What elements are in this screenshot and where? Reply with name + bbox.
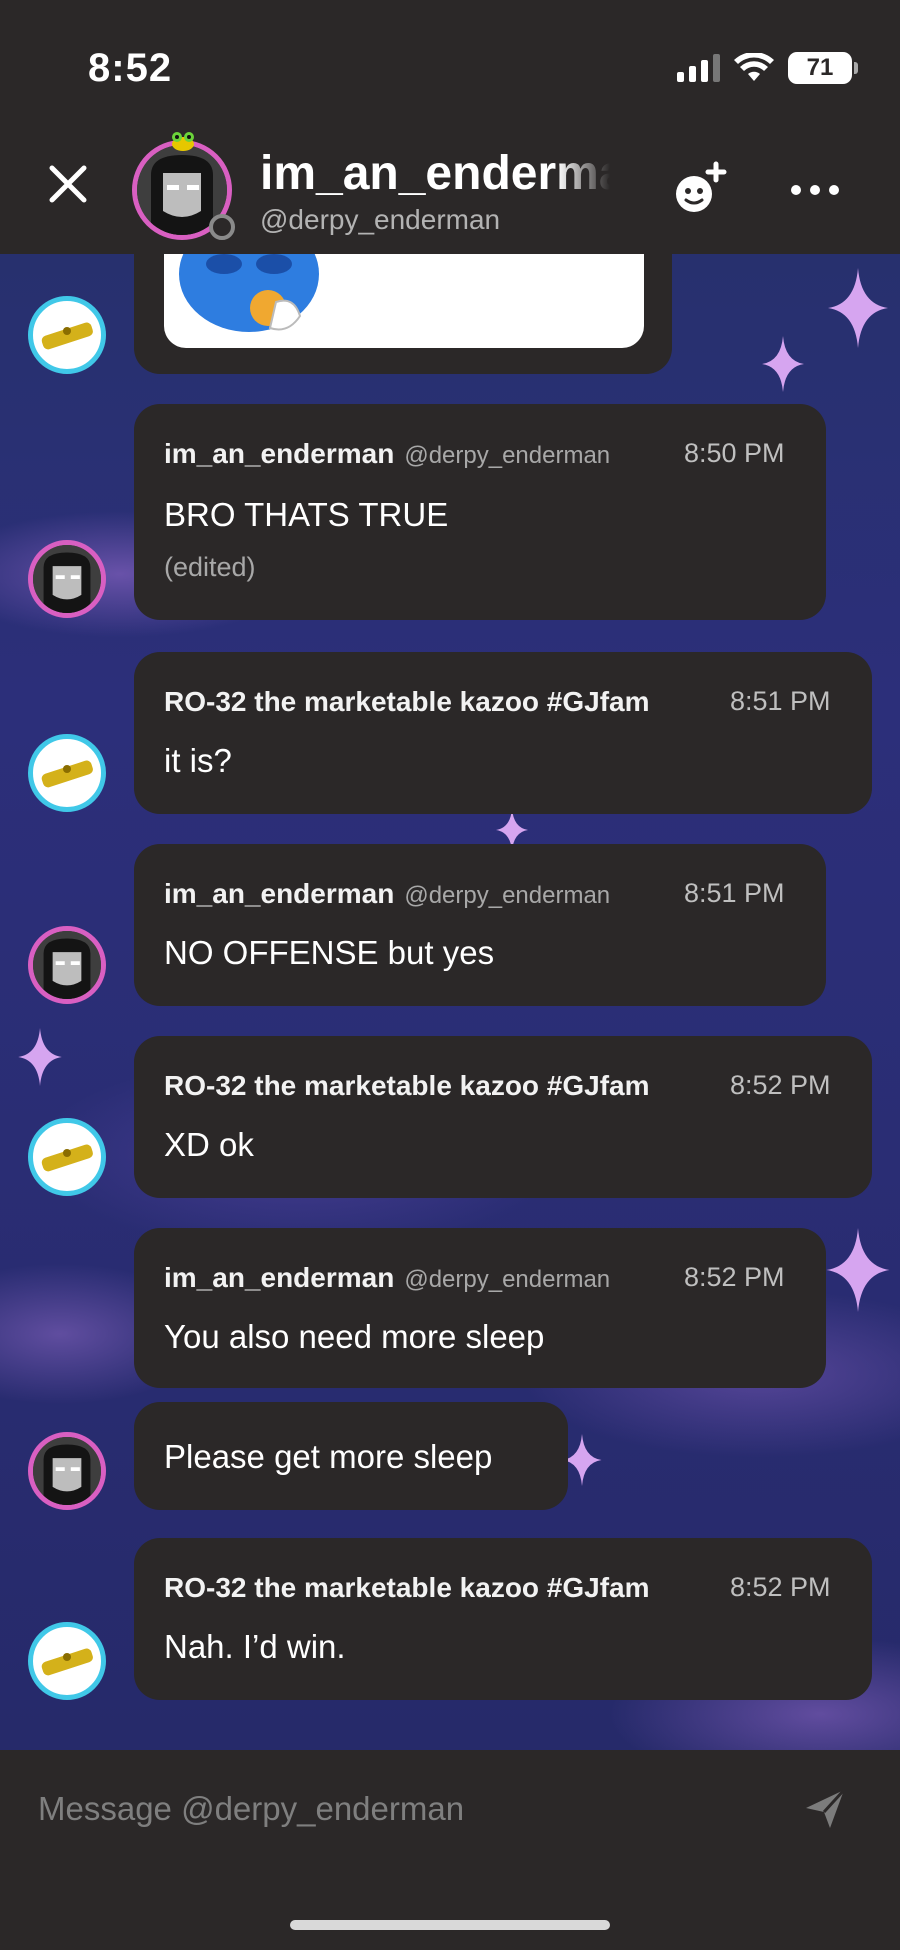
- sparkle-icon: [828, 268, 888, 348]
- wifi-icon: [734, 53, 774, 81]
- message-bubble[interactable]: RO-32 the marketable kazoo #GJfam 8:52 P…: [134, 1036, 872, 1198]
- presence-offline-icon: [209, 214, 235, 240]
- message-header: im_an_enderman @derpy_enderman: [164, 1262, 610, 1294]
- header-handle: @derpy_enderman: [260, 204, 501, 235]
- message-author[interactable]: RO-32 the marketable kazoo #GJfam: [164, 686, 714, 718]
- sparkle-icon: [762, 336, 804, 392]
- message-time: 8:50 PM: [684, 438, 785, 468]
- avatar[interactable]: [28, 734, 106, 812]
- kazoo-avatar-icon: [41, 760, 93, 788]
- sparkle-icon: [18, 1028, 62, 1086]
- more-icon[interactable]: [790, 180, 840, 200]
- add-friend-icon[interactable]: [668, 160, 728, 220]
- message-input[interactable]: [38, 1784, 778, 1834]
- cellular-signal-icon: [677, 54, 720, 82]
- avatar[interactable]: [28, 296, 106, 374]
- message-handle: @derpy_enderman: [404, 442, 611, 469]
- message-time: 8:52 PM: [684, 1262, 785, 1292]
- blue-emoji-sticker-icon: [179, 254, 319, 332]
- message-author[interactable]: im_an_enderman: [164, 878, 394, 910]
- message-text: NO OFFENSE but yes: [164, 934, 495, 971]
- message-text: Nah. I’d win.: [164, 1628, 346, 1665]
- message-header: RO-32 the marketable kazoo #GJfam: [164, 686, 714, 718]
- message-bubble[interactable]: im_an_enderman @derpy_enderman 8:52 PM Y…: [134, 1228, 826, 1388]
- message-bubble[interactable]: RO-32 the marketable kazoo #GJfam 8:51 P…: [134, 652, 872, 814]
- kazoo-avatar-icon: [41, 322, 93, 350]
- message-text: BRO THATS TRUE: [164, 496, 449, 533]
- message-header: im_an_enderman @derpy_enderman: [164, 438, 610, 470]
- message-header: RO-32 the marketable kazoo #GJfam: [164, 1572, 714, 1604]
- sticker-image[interactable]: [164, 254, 644, 348]
- avatar[interactable]: [28, 926, 106, 1004]
- message-author[interactable]: RO-32 the marketable kazoo #GJfam: [164, 1572, 714, 1604]
- message-text: it is?: [164, 742, 232, 779]
- message-time: 8:52 PM: [730, 1070, 831, 1100]
- sparkle-icon: [562, 1434, 602, 1486]
- message-time: 8:51 PM: [684, 878, 785, 908]
- message-author[interactable]: im_an_enderman: [164, 438, 394, 470]
- status-time: 8:52: [88, 46, 173, 90]
- message-bubble[interactable]: im_an_enderman @derpy_enderman 8:51 PM N…: [134, 844, 826, 1006]
- avatar[interactable]: [28, 1432, 106, 1510]
- message-list[interactable]: im_an_enderman @derpy_enderman 8:50 PM B…: [0, 254, 900, 1750]
- message-author[interactable]: im_an_enderman: [164, 1262, 394, 1294]
- message-header: RO-32 the marketable kazoo #GJfam: [164, 1070, 714, 1102]
- enderman-avatar-icon: [33, 931, 101, 999]
- message-composer: [0, 1750, 900, 1950]
- sticker-message[interactable]: [134, 254, 672, 374]
- kazoo-avatar-icon: [41, 1144, 93, 1172]
- enderman-avatar-icon: [33, 1437, 101, 1505]
- message-text: XD ok: [164, 1126, 254, 1163]
- send-icon[interactable]: [802, 1786, 848, 1832]
- message-time: 8:51 PM: [730, 686, 831, 716]
- avatar[interactable]: [28, 1622, 106, 1700]
- message-handle: @derpy_enderman: [404, 882, 611, 909]
- avatar[interactable]: [28, 540, 106, 618]
- message-bubble[interactable]: Please get more sleep: [134, 1402, 568, 1510]
- kazoo-avatar-icon: [41, 1648, 93, 1676]
- page-title[interactable]: im_an_enderman: [260, 146, 610, 201]
- avatar[interactable]: [28, 1118, 106, 1196]
- message-text: You also need more sleep: [164, 1318, 545, 1355]
- home-indicator[interactable]: [290, 1920, 610, 1930]
- status-bar: 8:52 71: [0, 0, 900, 130]
- edited-label: (edited): [164, 552, 256, 582]
- enderman-avatar-icon: [33, 545, 101, 613]
- message-handle: @derpy_enderman: [404, 1266, 611, 1293]
- close-icon[interactable]: [44, 160, 92, 208]
- message-header: im_an_enderman @derpy_enderman: [164, 878, 610, 910]
- sparkle-icon: [826, 1228, 890, 1312]
- dm-header: im_an_enderman @derpy_enderman: [0, 130, 900, 254]
- frog-badge-icon: [170, 130, 196, 158]
- message-time: 8:52 PM: [730, 1572, 831, 1602]
- status-icons: 71: [677, 52, 858, 84]
- message-author[interactable]: RO-32 the marketable kazoo #GJfam: [164, 1070, 714, 1102]
- battery-indicator: 71: [788, 52, 858, 84]
- message-text: Please get more sleep: [164, 1438, 493, 1475]
- message-bubble[interactable]: RO-32 the marketable kazoo #GJfam 8:52 P…: [134, 1538, 872, 1700]
- message-bubble[interactable]: im_an_enderman @derpy_enderman 8:50 PM B…: [134, 404, 826, 620]
